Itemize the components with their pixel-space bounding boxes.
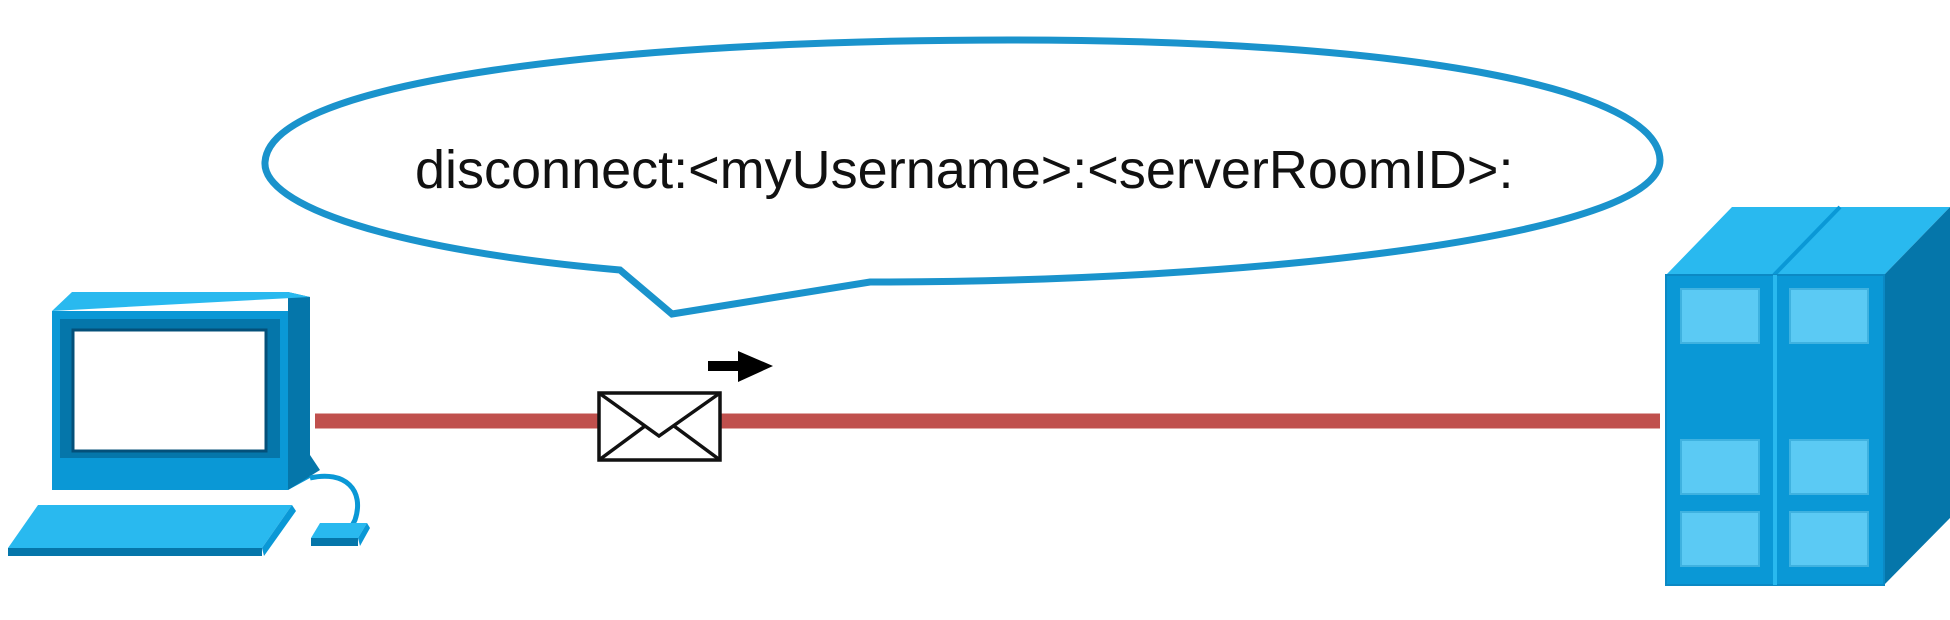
right-arrow-icon bbox=[708, 351, 773, 382]
speech-bubble: disconnect:<myUsername>:<serverRoomID>: bbox=[261, 36, 1664, 318]
envelope-icon bbox=[597, 391, 722, 462]
network-diagram: disconnect:<myUsername>:<serverRoomID>: bbox=[8, 36, 1950, 586]
server-tower-icon bbox=[1665, 205, 1950, 586]
bubble-message: disconnect:<myUsername>:<serverRoomID>: bbox=[415, 140, 1513, 200]
